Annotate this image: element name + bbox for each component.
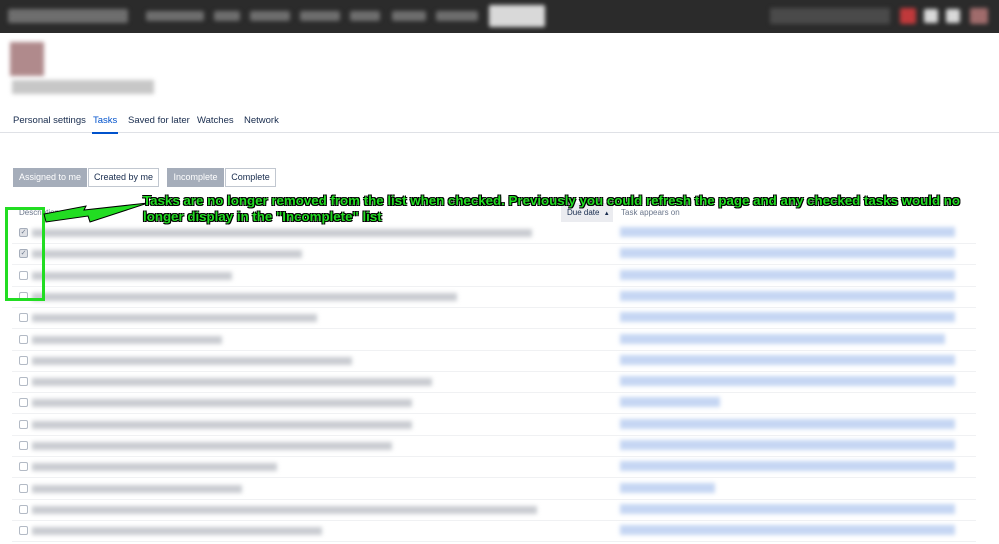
nav-item[interactable] <box>300 11 340 21</box>
task-checkbox[interactable] <box>19 441 28 450</box>
table-row <box>12 330 976 351</box>
nav-item[interactable] <box>436 11 478 21</box>
task-description[interactable] <box>32 250 302 259</box>
notification-icon[interactable] <box>900 8 916 24</box>
task-description[interactable] <box>32 356 352 365</box>
created-by-me-button[interactable]: Created by me <box>88 168 159 187</box>
task-checkbox[interactable] <box>19 313 28 323</box>
help-icon[interactable] <box>924 9 938 23</box>
task-appears-on-link[interactable] <box>620 440 955 450</box>
task-checkbox[interactable] <box>19 504 28 514</box>
nav-item[interactable] <box>392 11 426 21</box>
task-description[interactable] <box>32 442 392 450</box>
avatar[interactable] <box>970 8 988 24</box>
tab-personal-settings[interactable]: Personal settings <box>13 115 86 126</box>
task-appears-on-link[interactable] <box>620 333 945 344</box>
table-row <box>12 266 976 287</box>
task-checkbox[interactable] <box>19 334 28 344</box>
table-row <box>12 500 976 521</box>
task-appears-on-link[interactable] <box>620 418 955 429</box>
task-checkbox[interactable] <box>19 483 28 493</box>
table-row <box>12 479 976 500</box>
top-navigation-bar <box>0 0 999 33</box>
task-appears-on-link[interactable] <box>620 248 955 259</box>
task-description[interactable] <box>32 335 222 344</box>
create-button[interactable] <box>489 5 545 27</box>
task-checkbox[interactable] <box>19 419 28 429</box>
app-logo[interactable] <box>8 9 128 23</box>
task-appears-on-link[interactable] <box>620 525 955 536</box>
task-checkbox[interactable] <box>19 526 28 536</box>
profile-tabs: Personal settings Tasks Saved for later … <box>0 108 999 134</box>
task-appears-on-link[interactable] <box>620 290 955 301</box>
settings-icon[interactable] <box>946 9 960 23</box>
nav-item[interactable] <box>214 11 240 21</box>
tab-saved-for-later[interactable]: Saved for later <box>128 115 190 126</box>
nav-item[interactable] <box>146 11 204 21</box>
task-checkbox[interactable] <box>19 377 28 387</box>
profile-avatar <box>10 42 44 76</box>
task-appears-on-link[interactable] <box>620 269 955 280</box>
table-row: ✓ <box>12 223 976 244</box>
task-description[interactable] <box>32 420 412 429</box>
assigned-to-me-button[interactable]: Assigned to me <box>13 168 87 187</box>
task-checkbox[interactable] <box>19 462 28 472</box>
tab-watches[interactable]: Watches <box>197 115 234 126</box>
table-row <box>12 436 976 457</box>
table-row <box>12 415 976 436</box>
table-row <box>12 393 976 415</box>
task-checkbox[interactable] <box>19 398 28 408</box>
search-input[interactable] <box>770 8 890 24</box>
task-description[interactable] <box>32 527 322 536</box>
task-appears-on-link[interactable] <box>620 376 955 387</box>
table-row <box>12 521 976 543</box>
table-row <box>12 372 976 394</box>
task-description[interactable] <box>32 314 317 323</box>
table-row <box>12 287 976 308</box>
table-row: ✓ <box>12 244 976 266</box>
nav-item[interactable] <box>350 11 380 21</box>
annotation-highlight-box <box>5 207 45 301</box>
task-description[interactable] <box>32 229 532 237</box>
table-row <box>12 351 976 372</box>
complete-button[interactable]: Complete <box>225 168 276 187</box>
task-appears-on-link[interactable] <box>620 461 955 472</box>
task-appears-on-link[interactable] <box>620 397 720 408</box>
incomplete-button[interactable]: Incomplete <box>167 168 224 187</box>
nav-item[interactable] <box>250 11 290 21</box>
task-description[interactable] <box>32 399 412 408</box>
task-description[interactable] <box>32 378 432 387</box>
task-appears-on-link[interactable] <box>620 482 715 493</box>
tab-network[interactable]: Network <box>244 115 279 126</box>
profile-name <box>12 80 154 94</box>
annotation-text: Tasks are no longer removed from the lis… <box>143 193 961 224</box>
task-appears-on-link[interactable] <box>620 354 955 365</box>
task-appears-on-link[interactable] <box>620 503 955 514</box>
table-row <box>12 457 976 479</box>
task-appears-on-link[interactable] <box>620 227 955 237</box>
table-row <box>12 308 976 330</box>
task-description[interactable] <box>32 505 537 514</box>
task-description[interactable] <box>32 271 232 280</box>
tab-tasks[interactable]: Tasks <box>91 115 119 134</box>
task-description[interactable] <box>32 292 457 301</box>
task-checkbox[interactable] <box>19 355 28 365</box>
task-appears-on-link[interactable] <box>620 312 955 323</box>
task-description[interactable] <box>32 484 242 493</box>
task-description[interactable] <box>32 463 277 472</box>
